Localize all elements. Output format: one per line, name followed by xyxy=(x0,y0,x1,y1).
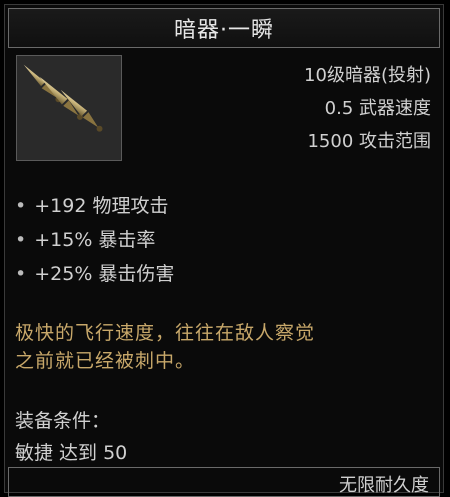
stat-line: • +15% 暴击率 xyxy=(15,223,174,257)
tooltip-title-bar: 暗器·一瞬 xyxy=(8,8,440,48)
stat-list: • +192 物理攻击 • +15% 暴击率 • +25% 暴击伤害 xyxy=(15,189,174,291)
weapon-speed: 0.5 武器速度 xyxy=(324,98,431,119)
flavor-text: 极快的飞行速度，往往在敌人察觉 之前就已经被刺中。 xyxy=(15,319,435,375)
durability-text: 无限耐久度 xyxy=(339,475,429,496)
stat-bullet: • xyxy=(15,195,27,217)
throwing-knives-icon xyxy=(23,64,103,132)
stat-text: +15% 暴击率 xyxy=(34,229,156,251)
flavor-line-1: 极快的飞行速度，往往在敌人察觉 xyxy=(15,322,316,344)
item-meta: 10级暗器(投射) 0.5 武器速度 1500 攻击范围 xyxy=(304,59,431,158)
stat-text: +25% 暴击伤害 xyxy=(34,263,175,285)
stat-bullet: • xyxy=(15,263,27,285)
requirements-label: 装备条件： xyxy=(15,410,111,432)
requirements: 装备条件： 敏捷 达到 50 xyxy=(15,405,127,469)
stat-bullet: • xyxy=(15,229,27,251)
flavor-line-2: 之前就已经被刺中。 xyxy=(15,350,196,372)
item-name: 暗器·一瞬 xyxy=(174,18,274,43)
item-icon-frame xyxy=(16,55,122,161)
stat-line: • +192 物理攻击 xyxy=(15,189,174,223)
stat-line: • +25% 暴击伤害 xyxy=(15,257,174,291)
item-type: 10级暗器(投射) xyxy=(304,65,431,86)
requirements-value: 敏捷 达到 50 xyxy=(15,442,128,464)
attack-range: 1500 攻击范围 xyxy=(307,131,431,152)
item-tooltip: 暗器·一瞬 10级暗器(投射) 0.5 武器速度 1500 攻击范围 • +19… xyxy=(4,4,444,497)
stat-text: +192 物理攻击 xyxy=(34,195,169,217)
